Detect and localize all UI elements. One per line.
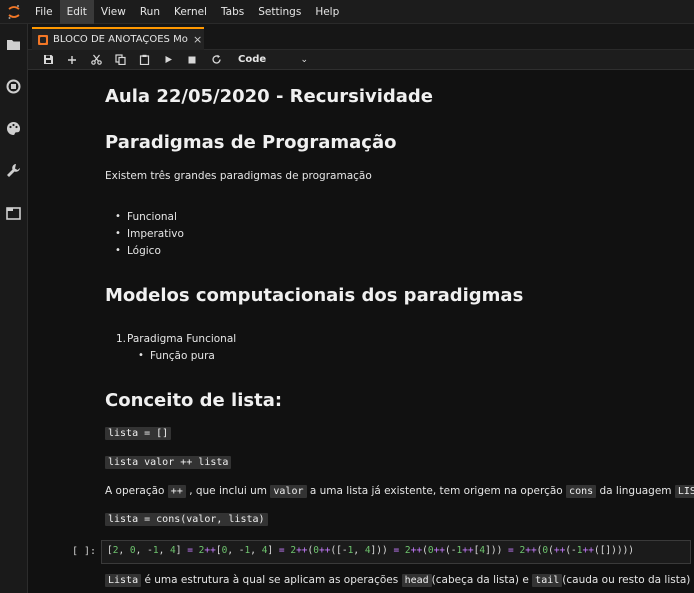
left-sidebar (0, 24, 28, 593)
inline-code: head (401, 574, 432, 587)
save-button[interactable] (36, 51, 60, 69)
play-icon (165, 56, 172, 63)
notebook-icon (38, 34, 48, 45)
inline-code: cons (566, 485, 597, 498)
text: (cabeça da lista) e (431, 574, 529, 586)
copy-icon (114, 54, 126, 65)
tab-label: BLOCO DE ANOTAÇOES Mo (53, 34, 188, 45)
section-heading-paradigmas: Paradigmas de Programação (105, 132, 397, 153)
menu-file[interactable]: File (28, 0, 60, 24)
menu-settings[interactable]: Settings (251, 0, 308, 24)
inline-code: valor (270, 485, 307, 498)
running-icon[interactable] (5, 78, 22, 95)
inline-code: lista = [] (105, 427, 172, 440)
code-cell-editor[interactable]: [2, 0, -1, 4] = 2++[0, -1, 4] = 2++(0++(… (101, 540, 691, 564)
insert-cell-button[interactable] (60, 51, 84, 69)
menu-bar: File Edit View Run Kernel Tabs Settings … (0, 0, 694, 24)
list-item: Imperativo (127, 228, 184, 240)
inline-code: LISP (674, 485, 694, 498)
run-button[interactable] (156, 51, 180, 69)
code-line-3: lista = cons(valor, lista) (105, 513, 268, 526)
bullet-icon: • (115, 211, 121, 222)
stop-icon (188, 56, 196, 63)
cut-button[interactable] (84, 51, 108, 69)
menu-view[interactable]: View (94, 0, 133, 24)
inline-code: ++ (167, 485, 186, 498)
notebook-tab[interactable]: BLOCO DE ANOTAÇOES Mo × (32, 27, 204, 50)
plus-icon (68, 55, 76, 64)
save-icon (43, 55, 53, 64)
palette-icon[interactable] (5, 120, 22, 137)
paste-button[interactable] (132, 51, 156, 69)
menu-help[interactable]: Help (308, 0, 346, 24)
cell-type-select[interactable]: Code ⌄ (238, 54, 308, 65)
section-heading-lista: Conceito de lista: (105, 390, 283, 411)
paragraph-lista: Lista é uma estrutura à qual se aplicam … (105, 574, 691, 587)
folder-icon[interactable] (5, 36, 22, 53)
jupyter-logo-icon (0, 0, 28, 24)
page-title: Aula 22/05/2020 - Recursividade (105, 86, 434, 107)
inline-code: tail (532, 574, 563, 587)
text: (cauda ou resto da lista) (562, 574, 691, 586)
inline-code: lista = cons(valor, lista) (105, 513, 268, 526)
text: é uma estrutura à qual se aplicam as ope… (144, 574, 399, 586)
interrupt-button[interactable] (180, 51, 204, 69)
inline-code: lista valor ++ lista (105, 456, 232, 469)
cell-prompt: [ ]: (72, 546, 97, 557)
inline-code: Lista (105, 574, 142, 587)
notebook-toolbar: Code ⌄ (28, 50, 694, 70)
menu-tabs[interactable]: Tabs (214, 0, 251, 24)
tab-bar: BLOCO DE ANOTAÇOES Mo × (28, 24, 694, 50)
wrench-icon[interactable] (5, 162, 22, 179)
ordered-list-number: 1. (116, 333, 127, 345)
code-source[interactable]: [2, 0, -1, 4] = 2++[0, -1, 4] = 2++(0++(… (107, 545, 634, 556)
section-heading-modelos: Modelos computacionais dos paradigmas (105, 285, 524, 306)
list-item: Paradigma Funcional (127, 333, 237, 345)
notebook-panel[interactable]: Aula 22/05/2020 - Recursividade Paradigm… (28, 71, 694, 593)
code-line-2: lista valor ++ lista (105, 456, 232, 469)
cell-type-value: Code (238, 54, 267, 65)
intro-text: Existem três grandes paradigmas de progr… (105, 170, 372, 182)
code-line-1: lista = [] (105, 427, 172, 440)
restart-button[interactable] (204, 51, 228, 69)
menu-run[interactable]: Run (133, 0, 167, 24)
text: da linguagem (599, 485, 672, 497)
paragraph-operacao: A operação ++ , que inclui um valor a um… (105, 485, 694, 498)
chevron-down-icon: ⌄ (300, 54, 308, 65)
text: A operação (105, 485, 165, 497)
bullet-icon: • (115, 228, 121, 239)
refresh-icon (211, 54, 221, 64)
menu-kernel[interactable]: Kernel (167, 0, 214, 24)
text: , que inclui um (189, 485, 268, 497)
bullet-icon: • (115, 245, 121, 256)
close-icon[interactable]: × (193, 33, 202, 46)
list-item: Funcional (127, 211, 177, 223)
text: a uma lista já existente, tem origem na … (309, 485, 563, 497)
bullet-icon: • (138, 350, 144, 361)
menu-edit[interactable]: Edit (59, 0, 94, 24)
copy-button[interactable] (108, 51, 132, 69)
list-item: Função pura (150, 350, 215, 362)
clipboard-icon (139, 54, 149, 65)
list-item: Lógico (127, 245, 161, 257)
tabs-icon[interactable] (5, 205, 22, 222)
scissors-icon (90, 54, 102, 65)
